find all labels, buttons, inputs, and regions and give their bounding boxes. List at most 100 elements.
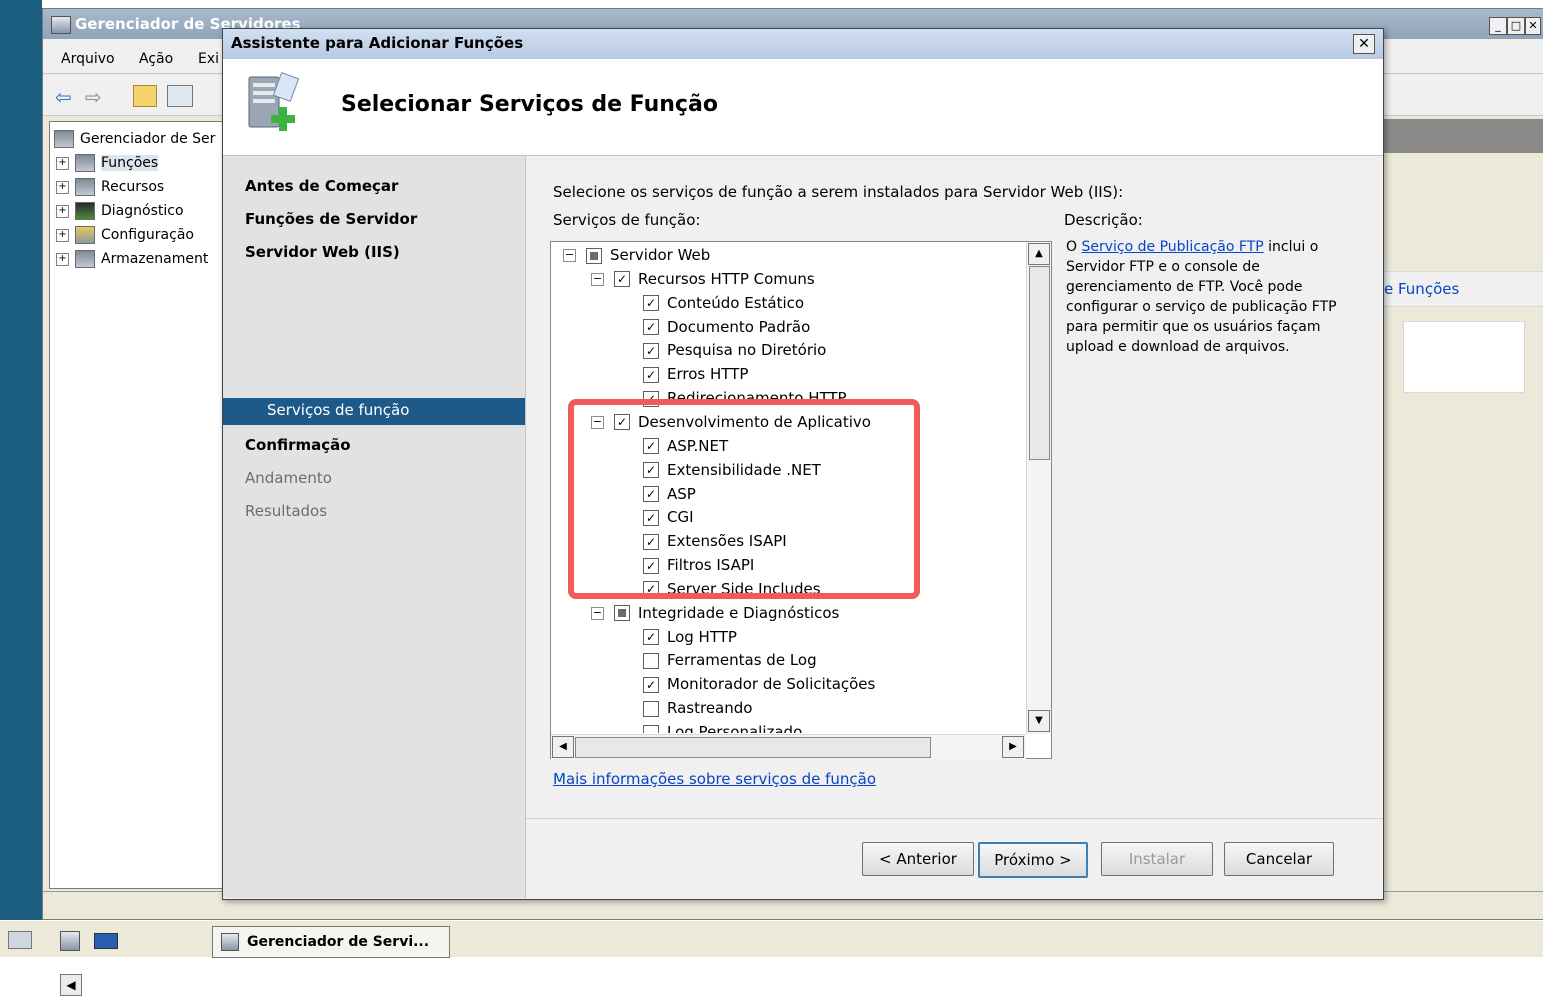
tree-item-configuracao[interactable]: + Configuração	[56, 224, 194, 246]
horizontal-scrollbar[interactable]: ◀ ▶	[551, 734, 1026, 759]
step-funcoes-de-servidor[interactable]: Funções de Servidor	[245, 203, 525, 235]
tree-node[interactable]: ✓ Documento Padrão	[643, 315, 810, 339]
tree-node-label: Monitorador de Solicitações	[667, 675, 876, 694]
tree-node-label: Rastreando	[667, 699, 753, 718]
scroll-down-button[interactable]: ▼	[1028, 710, 1050, 732]
checkbox[interactable]: ✓	[643, 629, 659, 646]
checkbox[interactable]: ✓	[614, 271, 630, 288]
expand-icon[interactable]: +	[56, 156, 69, 170]
menu-acao[interactable]: Ação	[139, 51, 173, 67]
checkbox[interactable]: ✓	[643, 676, 659, 693]
checkbox[interactable]	[614, 605, 630, 622]
taskbar-button-server-manager[interactable]: Gerenciador de Servi...	[212, 926, 450, 958]
collapse-icon[interactable]: −	[563, 249, 576, 262]
show-hide-tree-icon[interactable]	[167, 85, 193, 107]
dialog-title: Assistente para Adicionar Funções	[231, 34, 524, 52]
expand-icon[interactable]: +	[56, 180, 69, 194]
tree-item-diagnostico[interactable]: + Diagnóstico	[56, 200, 184, 222]
tree-item-funcoes[interactable]: + Funções	[56, 152, 159, 174]
configuration-icon	[75, 226, 95, 244]
step-servidor-web[interactable]: Servidor Web (IIS)	[245, 236, 525, 268]
tree-node[interactable]: Log Personalizado	[643, 720, 802, 733]
install-button: Instalar	[1101, 842, 1213, 876]
tree-node[interactable]: ✓ Erros HTTP	[643, 362, 748, 386]
scroll-right-button[interactable]: ▶	[1002, 736, 1024, 758]
step-antes-de-comecar[interactable]: Antes de Começar	[245, 170, 525, 202]
checkbox[interactable]: ✓	[643, 295, 659, 312]
maximize-button[interactable]: □	[1507, 17, 1525, 35]
tree-item-label: Gerenciador de Ser	[80, 131, 216, 147]
menu-exibir[interactable]: Exi	[198, 51, 219, 67]
checkbox[interactable]	[586, 247, 602, 264]
expand-icon[interactable]: +	[56, 252, 69, 266]
page-title: Selecionar Serviços de Função	[341, 92, 718, 117]
roles-icon	[75, 154, 95, 172]
vertical-scrollbar[interactable]: ▲ ▼	[1026, 242, 1051, 734]
right-panel-box	[1403, 321, 1525, 393]
more-info-link[interactable]: Mais informações sobre serviços de funçã…	[553, 770, 876, 788]
server-manager-quick-icon[interactable]	[60, 931, 80, 951]
server-manager-icon	[221, 933, 239, 951]
tree-node-label: Ferramentas de Log	[667, 651, 817, 670]
server-icon	[54, 130, 74, 148]
ftp-service-link[interactable]: Serviço de Publicação FTP	[1081, 239, 1263, 255]
step-confirmacao[interactable]: Confirmação	[245, 429, 525, 461]
dialog-close-button[interactable]: ✕	[1353, 34, 1375, 54]
step-servicos-de-funcao[interactable]: Serviços de função	[267, 395, 547, 425]
close-button[interactable]: ✕	[1525, 17, 1541, 35]
tree-item-root[interactable]: Gerenciador de Ser	[54, 128, 215, 150]
tree-node-label: Pesquisa no Diretório	[667, 341, 827, 360]
up-folder-icon[interactable]	[133, 85, 157, 107]
tree-node[interactable]: ✓ Monitorador de Solicitações	[643, 672, 875, 696]
expand-icon[interactable]: +	[56, 204, 69, 218]
tree-node[interactable]: ✓ Log HTTP	[643, 625, 737, 649]
description-text: O Serviço de Publicação FTP inclui o Ser…	[1066, 237, 1366, 357]
navigation-tree: Gerenciador de Ser + Funções + Recursos + D…	[49, 121, 227, 996]
features-icon	[75, 178, 95, 196]
checkbox[interactable]	[643, 724, 659, 733]
tree-node[interactable]: Rastreando	[643, 696, 752, 720]
add-roles-link[interactable]: e Funções	[1384, 280, 1459, 298]
taskbar-button-label: Gerenciador de Servi...	[247, 934, 430, 950]
forward-arrow-icon[interactable]: ⇨	[85, 85, 102, 109]
scroll-left-button[interactable]: ◀	[60, 974, 82, 996]
powershell-quick-icon[interactable]	[94, 933, 118, 949]
horizontal-scroll-thumb[interactable]	[575, 737, 931, 758]
back-arrow-icon[interactable]: ⇦	[55, 85, 72, 109]
next-button[interactable]: Próximo >	[978, 842, 1088, 878]
minimize-button[interactable]: _	[1489, 17, 1507, 35]
wizard-steps-panel: Antes de Começar Funções de Servidor Ser…	[223, 156, 526, 898]
collapse-icon[interactable]: −	[591, 272, 604, 286]
tree-item-label: Recursos	[101, 179, 165, 195]
checkbox[interactable]: ✓	[643, 319, 659, 336]
tree-node[interactable]: Ferramentas de Log	[643, 648, 817, 672]
tree-item-recursos[interactable]: + Recursos	[56, 176, 164, 198]
tree-node[interactable]: ✓ Conteúdo Estático	[643, 291, 804, 315]
cancel-button[interactable]: Cancelar	[1224, 842, 1334, 876]
checkbox[interactable]	[643, 700, 659, 717]
tree-node[interactable]: − Servidor Web	[563, 243, 710, 267]
show-desktop-icon[interactable]	[8, 931, 32, 949]
expand-icon[interactable]: +	[56, 228, 69, 242]
menu-arquivo[interactable]: Arquivo	[61, 51, 115, 67]
services-label: Serviços de função:	[553, 211, 701, 229]
tree-node-label: Integridade e Diagnósticos	[638, 603, 840, 622]
checkbox[interactable]	[643, 652, 659, 669]
vertical-scroll-thumb[interactable]	[1029, 266, 1050, 460]
step-resultados: Resultados	[245, 502, 328, 520]
collapse-icon[interactable]: −	[591, 606, 604, 620]
tree-node-label: Log Personalizado	[667, 723, 803, 733]
tree-node[interactable]: ✓ Pesquisa no Diretório	[643, 338, 826, 362]
tree-node-label: Erros HTTP	[667, 365, 749, 384]
tree-node[interactable]: − Integridade e Diagnósticos	[591, 601, 839, 625]
scroll-up-button[interactable]: ▲	[1028, 243, 1050, 265]
checkbox[interactable]: ✓	[643, 366, 659, 383]
tree-node[interactable]: − ✓ Recursos HTTP Comuns	[591, 267, 815, 291]
scroll-left-button[interactable]: ◀	[552, 736, 574, 758]
checkbox[interactable]: ✓	[643, 342, 659, 359]
instruction-text: Selecione os serviços de função a serem …	[553, 183, 1124, 201]
back-button[interactable]: < Anterior	[862, 842, 974, 876]
tree-item-armazenamento[interactable]: + Armazenament	[56, 248, 208, 270]
tree-item-label: Configuração	[101, 227, 194, 243]
wizard-header: Selecionar Serviços de Função	[223, 59, 1383, 156]
